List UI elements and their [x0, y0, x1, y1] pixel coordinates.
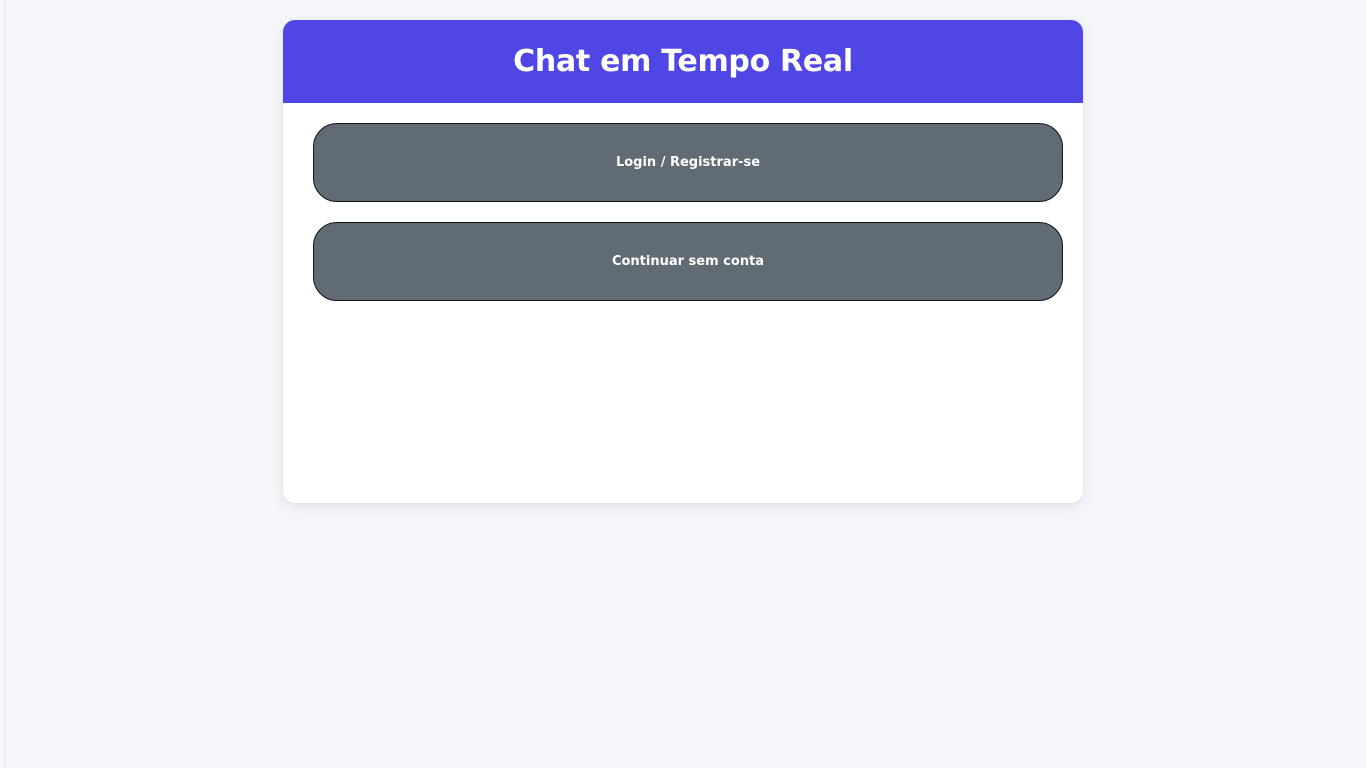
entry-options: Login / Registrar-se Continuar sem conta	[283, 103, 1083, 301]
window-left-edge	[0, 0, 5, 768]
continue-without-account-button[interactable]: Continuar sem conta	[313, 222, 1063, 301]
page-title: Chat em Tempo Real	[513, 44, 853, 79]
chat-entry-card: Chat em Tempo Real Login / Registrar-se …	[283, 20, 1083, 503]
card-header: Chat em Tempo Real	[283, 20, 1083, 103]
login-register-button[interactable]: Login / Registrar-se	[313, 123, 1063, 202]
